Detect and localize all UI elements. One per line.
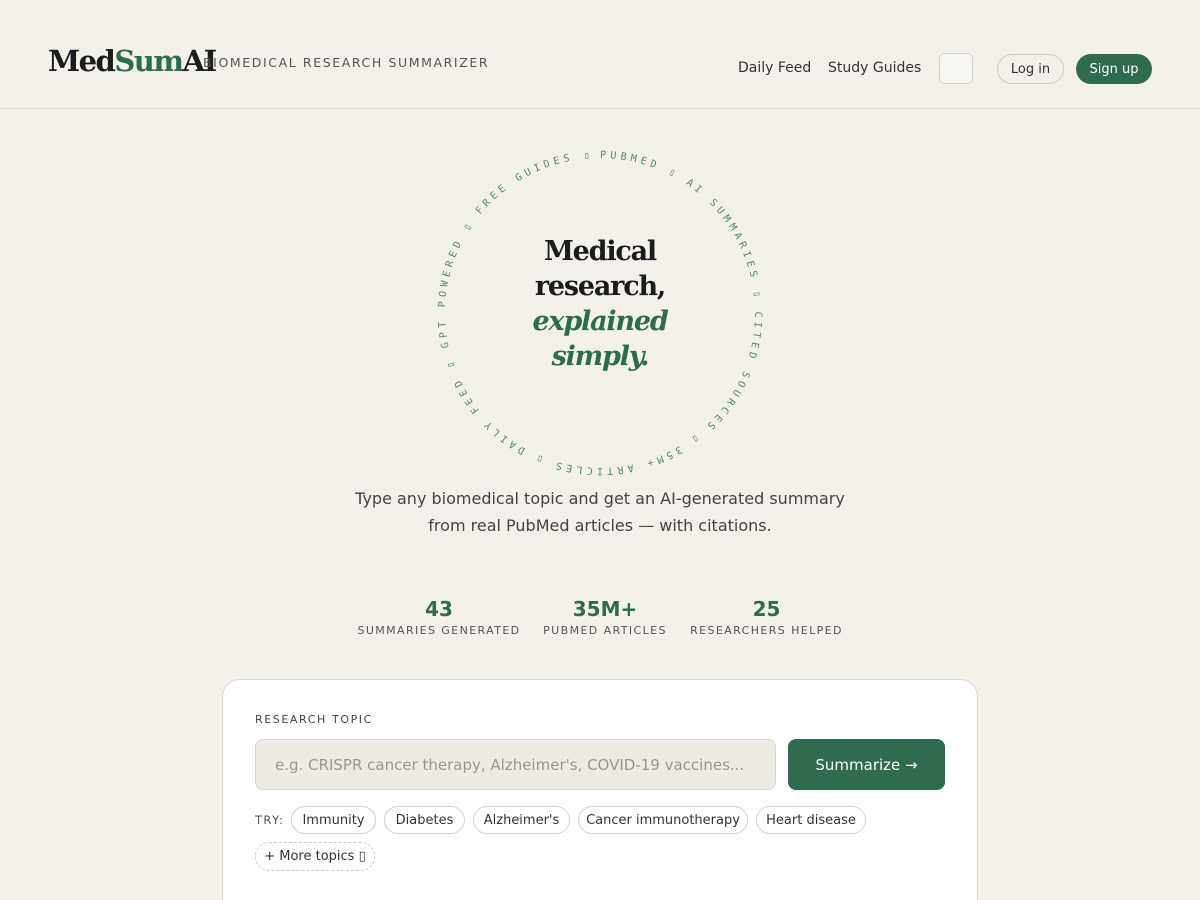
hero-title: Medical research, explained simply. [470, 234, 730, 374]
hero-subtitle-line1: Type any biomedical topic and get an AI-… [355, 489, 845, 508]
nav-study-guides[interactable]: Study Guides [828, 59, 921, 77]
hero-title-line3: explained [532, 306, 668, 337]
topic-chip-diabetes[interactable]: Diabetes [384, 806, 465, 834]
stat-value: 25 [752, 597, 781, 621]
login-button[interactable]: Log in [997, 54, 1064, 84]
stat-summaries: 43 SUMMARIES GENERATED [357, 597, 521, 639]
theme-toggle-button[interactable] [939, 53, 973, 84]
try-label: TRY: [255, 813, 285, 827]
stat-value: 35M+ [572, 597, 638, 621]
summarize-button[interactable]: Summarize → [788, 739, 945, 790]
search-card: RESEARCH TOPIC Summarize → TRY: Immunity… [222, 679, 978, 900]
more-topics-button[interactable]: + More topics ▯ [255, 842, 375, 871]
stat-value: 43 [425, 597, 453, 621]
research-topic-label: RESEARCH TOPIC [255, 713, 373, 726]
hero-title-line4: simply. [551, 341, 650, 372]
stat-articles: 35M+ PUBMED ARTICLES [543, 597, 667, 639]
stat-label: PUBMED ARTICLES [543, 624, 667, 637]
topic-chip-heart-disease[interactable]: Heart disease [756, 806, 866, 834]
topic-chip-alzheimers[interactable]: Alzheimer's [473, 806, 570, 834]
topic-chip-cancer-immunotherapy[interactable]: Cancer immunotherapy [578, 806, 748, 834]
stat-label: RESEARCHERS HELPED [690, 624, 843, 637]
signup-button[interactable]: Sign up [1076, 54, 1152, 84]
logo-text-sum: Sum [114, 44, 184, 78]
hero-title-line2: research, [534, 271, 666, 302]
stat-researchers: 25 RESEARCHERS HELPED [690, 597, 843, 639]
hero-subtitle: Type any biomedical topic and get an AI-… [340, 485, 860, 539]
hero-title-line1: Medical [544, 236, 657, 267]
topic-chip-immunity[interactable]: Immunity [291, 806, 376, 834]
logo-text-med: Med [48, 44, 116, 78]
tagline: BIOMEDICAL RESEARCH SUMMARIZER [203, 55, 490, 70]
stat-label: SUMMARIES GENERATED [357, 624, 521, 637]
site-header: MedSumAI BIOMEDICAL RESEARCH SUMMARIZER … [0, 0, 1200, 109]
nav-daily-feed[interactable]: Daily Feed [738, 59, 811, 77]
research-topic-input[interactable] [255, 739, 776, 790]
hero-subtitle-line2: from real PubMed articles — with citatio… [428, 516, 772, 535]
logo[interactable]: MedSumAI [48, 44, 217, 78]
